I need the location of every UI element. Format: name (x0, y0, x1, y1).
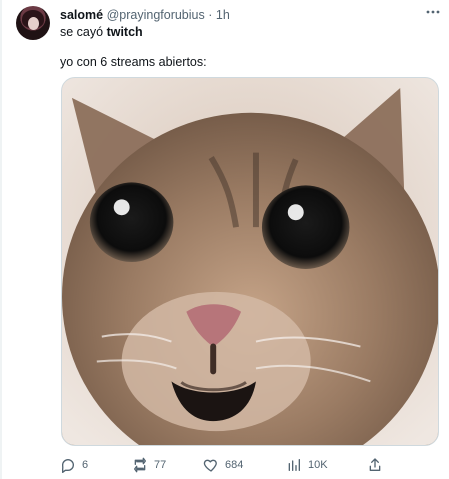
ellipsis-icon[interactable] (423, 4, 443, 20)
chart-icon[interactable] (286, 457, 302, 473)
retweet-action[interactable]: 77 (132, 455, 166, 475)
like-action[interactable]: 684 (203, 455, 243, 475)
tweet-time[interactable]: 1h (216, 8, 230, 22)
timeline-border (0, 0, 2, 479)
comment-icon[interactable] (60, 457, 76, 473)
avatar[interactable] (16, 6, 50, 40)
tweet-text-bold: twitch (106, 25, 143, 39)
tweet-text-prefix: se cayó (60, 25, 107, 39)
tweet-media-image[interactable] (61, 77, 439, 446)
retweet-count: 77 (154, 459, 167, 471)
retweet-icon[interactable] (132, 457, 148, 473)
views-action[interactable]: 10K (286, 455, 328, 475)
header-separator: · (208, 8, 213, 22)
tweet-header: salomé @prayingforubius · 1h (60, 7, 230, 23)
heart-icon[interactable] (203, 457, 219, 473)
tweet-text-line-1: se cayó twitch (60, 24, 143, 40)
cat-meme-image (62, 78, 438, 445)
author-display-name[interactable]: salomé (60, 8, 103, 22)
tweet-text-line-2: yo con 6 streams abiertos: (60, 55, 207, 69)
share-action[interactable] (367, 455, 389, 475)
reply-count: 6 (82, 459, 89, 471)
tweet-card[interactable]: salomé @prayingforubius · 1h se cayó twi… (0, 0, 449, 479)
reply-action[interactable]: 6 (60, 455, 88, 475)
like-count: 684 (225, 459, 244, 471)
tweet-actions: 6 77 684 10K (0, 455, 449, 475)
views-count: 10K (308, 459, 328, 471)
share-icon[interactable] (367, 457, 383, 473)
avatar-face (28, 17, 39, 30)
author-handle[interactable]: @prayingforubius (107, 8, 205, 22)
